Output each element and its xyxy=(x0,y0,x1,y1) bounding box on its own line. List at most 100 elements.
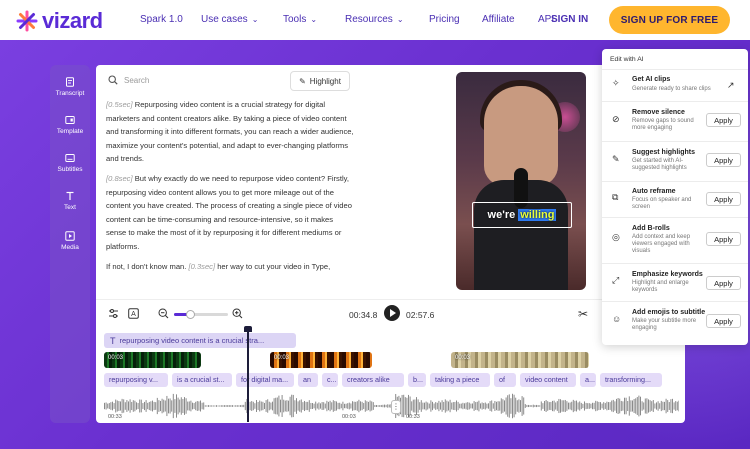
nav-affiliate[interactable]: Affiliate xyxy=(482,14,515,25)
caption-overlay[interactable]: we're willing xyxy=(472,202,572,228)
ai-item-add-emojis[interactable]: ☺ Add emojis to subtitle Make your subti… xyxy=(602,301,748,345)
waveform-bar xyxy=(568,402,569,410)
waveform-bar xyxy=(356,401,358,411)
waveform-bar xyxy=(252,401,254,411)
text-clip[interactable]: T repurposing video content is a crucial… xyxy=(104,333,296,348)
nav-tools[interactable]: Tools ⌄ xyxy=(283,14,317,25)
word-chip[interactable]: taking a piece xyxy=(430,373,490,387)
ai-item-add-brolls[interactable]: ◎ Add B-rolls Add context and keep viewe… xyxy=(602,217,748,263)
waveform-bar xyxy=(496,401,497,411)
emoji-smile-icon: ☺ xyxy=(612,314,622,324)
search-input[interactable]: Search xyxy=(124,76,149,85)
nav-use-cases[interactable]: Use cases ⌄ xyxy=(201,14,258,25)
sign-in-link[interactable]: SIGN IN xyxy=(551,14,588,25)
waveform-bar xyxy=(427,402,429,410)
word-chip[interactable]: video content xyxy=(520,373,576,387)
rail-item-subtitles[interactable]: Subtitles xyxy=(50,153,90,173)
ai-item-suggest-highlights[interactable]: ✎ Suggest highlights Get started with AI… xyxy=(602,141,748,181)
ai-item-auto-reframe[interactable]: ⧉ Auto reframe Focus on speaker and scre… xyxy=(602,181,748,217)
ai-item-emphasize-keywords[interactable]: ⤢ Emphasize keywords Highlight and enlar… xyxy=(602,263,748,301)
video-preview[interactable]: we're willing xyxy=(456,72,586,290)
apply-suggest-highlights-button[interactable]: Apply xyxy=(706,153,741,167)
waveform-bar xyxy=(580,402,582,410)
waveform-bar xyxy=(190,400,192,412)
apply-emphasize-keywords-button[interactable]: Apply xyxy=(706,276,741,290)
rail-item-media[interactable]: Media xyxy=(50,231,90,251)
zoom-slider[interactable] xyxy=(174,310,228,319)
waveform-bar xyxy=(513,394,515,418)
nav-resources[interactable]: Resources ⌄ xyxy=(345,14,404,25)
transcript-paragraph[interactable]: [0.5sec] Repurposing video content is a … xyxy=(106,98,354,166)
waveform-bar xyxy=(665,398,667,414)
waveform-bar xyxy=(220,405,222,407)
broll-clip-3[interactable]: 00:03 xyxy=(451,352,589,368)
apply-remove-silence-button[interactable]: Apply xyxy=(706,113,741,127)
rail-item-text[interactable]: Text xyxy=(50,191,90,211)
word-chip[interactable]: an xyxy=(298,373,318,387)
waveform-bar xyxy=(150,401,152,411)
waveform-bar xyxy=(556,401,558,411)
broll-clip-2[interactable]: 00:03 xyxy=(270,352,372,368)
ai-item-get-clips[interactable]: ✧ Get AI clips Generate ready to share c… xyxy=(602,69,748,101)
waveform-bar xyxy=(457,401,459,411)
sign-up-button[interactable]: SIGN UP FOR FREE xyxy=(609,6,730,34)
apply-auto-reframe-button[interactable]: Apply xyxy=(706,192,741,206)
nav-spark[interactable]: Spark 1.0 xyxy=(140,14,183,25)
waveform-bar xyxy=(265,400,267,412)
zoom-out-button[interactable] xyxy=(158,308,169,319)
waveform-bar xyxy=(240,405,241,407)
apply-add-brolls-button[interactable]: Apply xyxy=(706,232,741,246)
waveform-bar xyxy=(289,396,291,416)
word-chip[interactable]: b... xyxy=(408,373,426,387)
word-chip[interactable]: repurposing v... xyxy=(104,373,168,387)
zoom-slider-handle[interactable] xyxy=(186,310,196,319)
waveform-bar xyxy=(640,396,641,416)
waveform-bar xyxy=(116,400,118,412)
word-chip[interactable]: for digital ma... xyxy=(236,373,294,387)
waveform-bar xyxy=(318,402,320,410)
word-chip[interactable]: of xyxy=(494,373,516,387)
playhead[interactable] xyxy=(244,326,252,422)
broll-clip-1[interactable]: 00:03 xyxy=(104,352,201,368)
word-chip[interactable]: c... xyxy=(322,373,338,387)
waveform-bar xyxy=(584,401,585,411)
waveform-split-handle[interactable]: ⋮ xyxy=(391,400,401,414)
zoom-in-button[interactable] xyxy=(232,308,243,319)
waveform-bar xyxy=(163,399,165,413)
waveform-bar xyxy=(627,400,629,412)
word-chip[interactable]: is a crucial st... xyxy=(172,373,232,387)
search-icon xyxy=(108,75,118,85)
external-link-icon[interactable]: ↗ xyxy=(727,80,735,91)
waveform-bar xyxy=(211,405,213,407)
rail-item-transcript[interactable]: Transcript xyxy=(50,77,90,97)
nav-pricing[interactable]: Pricing xyxy=(429,14,460,25)
ai-item-remove-silence[interactable]: ⊘ Remove silence Remove gaps to sound mo… xyxy=(602,101,748,141)
timeline-settings-button[interactable] xyxy=(108,308,119,319)
waveform-bar xyxy=(590,403,592,409)
waveform-bar xyxy=(284,400,286,412)
waveform-bar xyxy=(236,405,238,407)
apply-add-emojis-button[interactable]: Apply xyxy=(706,314,741,328)
transcript-paragraph[interactable]: If not, I don't know man. [0.3sec] her w… xyxy=(106,260,354,274)
current-time: 00:34.8 xyxy=(349,310,378,320)
scissors-icon[interactable]: ✂ xyxy=(578,307,588,321)
play-button[interactable] xyxy=(384,305,400,321)
word-chip[interactable]: creators alike xyxy=(342,373,404,387)
caption-toggle-button[interactable]: A xyxy=(128,308,139,319)
waveform-time-label: 00:03 xyxy=(342,414,356,420)
highlight-button[interactable]: ✎ Highlight xyxy=(290,71,350,91)
vizard-logo[interactable]: vizard xyxy=(16,8,103,34)
waveform-bar xyxy=(121,398,123,414)
waveform-bar xyxy=(553,400,555,412)
transcript-search[interactable]: Search xyxy=(108,75,149,85)
word-chip[interactable]: a... xyxy=(580,373,596,387)
waveform-bar xyxy=(278,395,280,417)
waveform-bar xyxy=(526,404,528,408)
transcript-paragraph[interactable]: [0.8sec] But why exactly do we need to r… xyxy=(106,172,354,254)
waveform-bar xyxy=(273,398,275,414)
rail-item-template[interactable]: Template xyxy=(50,115,90,135)
waveform-bar xyxy=(566,401,568,411)
transcript-text[interactable]: [0.5sec] Repurposing video content is a … xyxy=(106,98,354,294)
word-chip[interactable]: transforming... xyxy=(600,373,662,387)
waveform-bar xyxy=(384,404,385,408)
